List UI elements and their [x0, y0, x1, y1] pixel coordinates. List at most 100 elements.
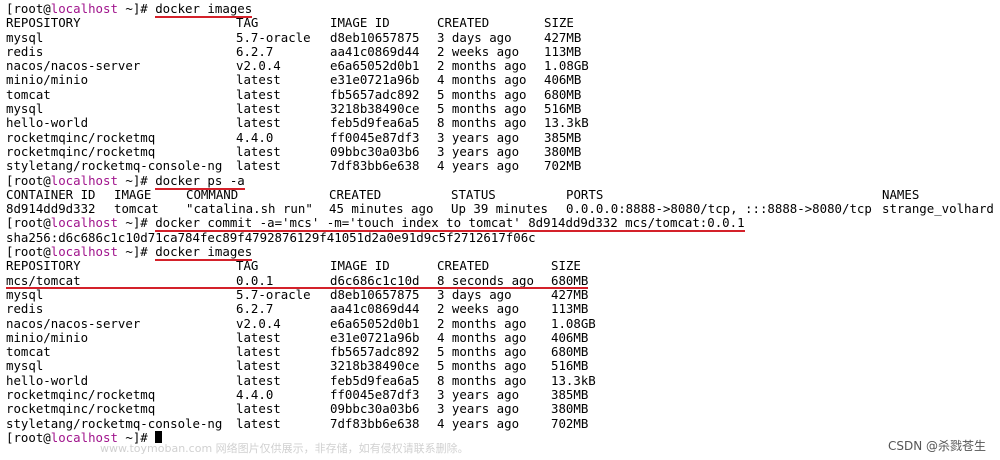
- cell-created: 3 years ago: [437, 129, 520, 145]
- table-row: mysql 5.7-oracle d8eb10657875 3 days ago 427…: [6, 286, 1000, 302]
- table-row: hello-world latest feb5d9fea6a5 8 months ag…: [6, 115, 1000, 131]
- cell-image-id: e31e0721a96b: [330, 329, 420, 345]
- container-names: strange_volhard: [882, 201, 994, 217]
- cell-repository: mysql: [6, 358, 44, 374]
- cell-size: 1.08GB: [544, 58, 589, 74]
- prompt-line: [root@localhost ~]# docker images: [6, 244, 1000, 262]
- cell-image-id: e6a65052d0b1: [330, 315, 420, 331]
- csdn-watermark: CSDN @杀戮苍生: [887, 439, 986, 453]
- prompt-open: [root@: [6, 1, 51, 16]
- images-table-before: mysql 5.7-oracle d8eb10657875 3 days ago 427…: [6, 29, 1000, 174]
- table-row: minio/minio latest e31e0721a96b 4 months ag…: [6, 72, 1000, 88]
- cell-image-id: d8eb10657875: [330, 29, 420, 45]
- cell-tag: 4.4.0: [236, 129, 274, 145]
- table-row: mysql 5.7-oracle d8eb10657875 3 days ago 427…: [6, 29, 1000, 45]
- table-row: tomcat latest fb5657adc892 5 months ago 680M…: [6, 344, 1000, 360]
- prompt-host: localhost: [50, 1, 118, 16]
- cell-image-id: e31e0721a96b: [330, 72, 420, 88]
- cell-size: 385MB: [551, 387, 589, 403]
- cell-created: 5 months ago: [437, 101, 527, 117]
- prompt-open: [root@: [6, 429, 51, 445]
- header-repository: REPOSITORY: [6, 15, 81, 31]
- cell-repository: styletang/rocketmq-console-ng: [6, 415, 223, 431]
- header-size: SIZE: [551, 258, 581, 274]
- cell-tag: latest: [236, 401, 281, 417]
- cell-tag: latest: [236, 72, 281, 88]
- header-created: CREATED: [437, 15, 490, 31]
- cell-size: 385MB: [544, 129, 582, 145]
- header-size: SIZE: [544, 15, 574, 31]
- cell-image-id: ff0045e87df3: [330, 129, 420, 145]
- prompt-close: ~]#: [117, 244, 156, 260]
- cell-image-id: e6a65052d0b1: [330, 58, 420, 74]
- cell-repository: rocketmqinc/rocketmq: [6, 129, 156, 145]
- cell-repository: redis: [6, 43, 44, 59]
- cell-repository: nacos/nacos-server: [6, 58, 141, 74]
- cell-size: 406MB: [544, 72, 582, 88]
- cell-size: 427MB: [544, 29, 582, 45]
- cell-created: 4 months ago: [437, 329, 527, 345]
- container-created: 45 minutes ago: [329, 201, 434, 217]
- cell-repository: hello-world: [6, 115, 89, 131]
- table-row: nacos/nacos-server v2.0.4 e6a65052d0b1 2 mo…: [6, 315, 1000, 331]
- images-table-after: mcs/tomcat 0.0.1 d6c686c1c10d 8 seconds ago…: [6, 273, 1000, 431]
- ps-row: 8d914dd9d332 tomcat "catalina.sh run" 45…: [6, 201, 1000, 217]
- cell-created: 5 months ago: [437, 358, 527, 374]
- cell-repository: mysql: [6, 101, 44, 117]
- table-row: mysql latest 3218b38490ce 5 months ago 516MB: [6, 101, 1000, 117]
- container-image: tomcat: [114, 201, 159, 217]
- container-id: 8d914dd9d332: [6, 201, 96, 217]
- cell-created: 5 months ago: [437, 86, 527, 102]
- cell-size: 13.3kB: [544, 115, 589, 131]
- cell-tag: latest: [236, 101, 281, 117]
- cell-created: 2 months ago: [437, 58, 527, 74]
- cell-tag: latest: [236, 372, 281, 388]
- cell-created: 8 months ago: [437, 372, 527, 388]
- cell-image-id: 09bbc30a03b6: [330, 143, 420, 159]
- table-row: rocketmqinc/rocketmq 4.4.0 ff0045e87df3 3 y…: [6, 387, 1000, 403]
- cell-image-id: 09bbc30a03b6: [330, 401, 420, 417]
- header-container-id: CONTAINER ID: [6, 186, 96, 202]
- cell-size: 13.3kB: [551, 372, 596, 388]
- cell-created: 2 weeks ago: [437, 301, 520, 317]
- cell-tag: v2.0.4: [236, 58, 281, 74]
- header-tag: TAG: [236, 258, 259, 274]
- cell-tag: latest: [236, 329, 281, 345]
- cell-image-id: 3218b38490ce: [330, 101, 420, 117]
- header-status: STATUS: [451, 186, 496, 202]
- cell-repository: hello-world: [6, 372, 89, 388]
- container-command: "catalina.sh run": [186, 201, 313, 217]
- cell-created: 2 months ago: [437, 315, 527, 331]
- cell-tag: 5.7-oracle: [236, 29, 311, 45]
- cell-created: 4 years ago: [437, 158, 520, 174]
- header-repository: REPOSITORY: [6, 258, 81, 274]
- header-created: CREATED: [437, 258, 490, 274]
- cell-tag: 4.4.0: [236, 387, 274, 403]
- cell-created: 4 years ago: [437, 415, 520, 431]
- cell-repository: redis: [6, 301, 44, 317]
- cell-created: 2 weeks ago: [437, 43, 520, 59]
- prompt-line: [root@localhost ~]# docker ps -a: [6, 172, 1000, 190]
- cell-image-id: 7df83bb6e638: [330, 415, 420, 431]
- terminal-output[interactable]: [root@localhost ~]# docker images REPOSI…: [6, 1, 1000, 460]
- cell-repository: styletang/rocketmq-console-ng: [6, 158, 223, 174]
- cell-repository: rocketmqinc/rocketmq: [6, 143, 156, 159]
- cell-image-id: ff0045e87df3: [330, 387, 420, 403]
- cell-created: 3 years ago: [437, 401, 520, 417]
- cell-size: 680MB: [551, 344, 589, 360]
- cell-tag: 6.2.7: [236, 43, 274, 59]
- cell-tag: v2.0.4: [236, 315, 281, 331]
- cell-tag: latest: [236, 415, 281, 431]
- images-header-row: REPOSITORY TAG IMAGE ID CREATED SIZE: [6, 258, 1000, 274]
- cell-created: 3 days ago: [437, 29, 512, 45]
- cell-size: 380MB: [551, 401, 589, 417]
- prompt-line: [root@localhost ~]# docker images: [6, 1, 1000, 18]
- cell-tag: 5.7-oracle: [236, 286, 311, 302]
- cell-image-id: feb5d9fea6a5: [330, 372, 420, 388]
- header-created: CREATED: [329, 186, 382, 202]
- cell-created: 5 months ago: [437, 344, 527, 360]
- cell-size: 1.08GB: [551, 315, 596, 331]
- table-row: redis 6.2.7 aa41c0869d44 2 weeks ago 113MB: [6, 301, 1000, 317]
- cell-image-id: 3218b38490ce: [330, 358, 420, 374]
- cell-tag: latest: [236, 115, 281, 131]
